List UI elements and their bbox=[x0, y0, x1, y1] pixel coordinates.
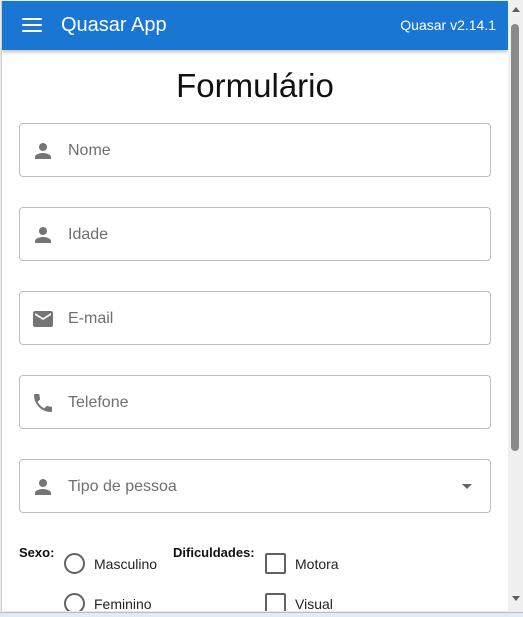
checkbox-motora-label: Motora bbox=[295, 556, 339, 572]
telefone-field[interactable] bbox=[19, 375, 491, 429]
mail-icon bbox=[31, 307, 55, 331]
nome-field[interactable] bbox=[19, 123, 491, 177]
person-icon bbox=[31, 475, 55, 499]
arrow-drop-down-icon[interactable] bbox=[462, 484, 472, 489]
checkbox-motora[interactable]: Motora bbox=[265, 553, 355, 575]
radio-masculino[interactable]: Masculino bbox=[64, 553, 164, 575]
menu-icon[interactable] bbox=[22, 17, 42, 33]
person-icon bbox=[31, 223, 55, 247]
checkbox-visual-label: Visual bbox=[295, 596, 333, 611]
nome-input[interactable] bbox=[66, 138, 450, 164]
checkbox-box[interactable] bbox=[265, 593, 286, 611]
version-label: Quasar v2.14.1 bbox=[400, 17, 496, 33]
header-toolbar: Quasar App Quasar v2.14.1 bbox=[2, 1, 508, 50]
dificuldades-label: Dificuldades: bbox=[173, 545, 255, 560]
scroll-up-arrow-icon[interactable] bbox=[512, 7, 520, 12]
phone-icon bbox=[31, 391, 55, 415]
scrollbar-thumb[interactable] bbox=[511, 24, 519, 451]
radio-masculino-label: Masculino bbox=[94, 556, 158, 572]
telefone-input[interactable] bbox=[66, 390, 450, 416]
scroll-down-arrow-icon[interactable] bbox=[512, 596, 520, 601]
app-title: Quasar App bbox=[61, 14, 167, 36]
checkbox-visual[interactable]: Visual bbox=[265, 593, 355, 611]
checkbox-box[interactable] bbox=[265, 553, 286, 574]
email-input[interactable] bbox=[66, 306, 450, 332]
person-icon bbox=[31, 139, 55, 163]
radio-feminino-label: Feminino bbox=[94, 596, 152, 611]
idade-input[interactable] bbox=[66, 222, 450, 248]
tipo-pessoa-select[interactable] bbox=[19, 459, 491, 513]
vertical-scrollbar[interactable] bbox=[508, 0, 523, 612]
radio-circle[interactable] bbox=[64, 553, 85, 574]
radio-circle[interactable] bbox=[64, 593, 85, 611]
sexo-label: Sexo: bbox=[19, 545, 55, 560]
email-field[interactable] bbox=[19, 291, 491, 345]
window-bottom-border bbox=[0, 612, 523, 613]
tipo-pessoa-input[interactable] bbox=[66, 474, 450, 500]
page-title: Formulário bbox=[176, 67, 334, 104]
app-window: Quasar App Quasar v2.14.1 Formulário Nom… bbox=[1, 1, 508, 611]
radio-feminino[interactable]: Feminino bbox=[64, 593, 164, 611]
idade-field[interactable] bbox=[19, 207, 491, 261]
